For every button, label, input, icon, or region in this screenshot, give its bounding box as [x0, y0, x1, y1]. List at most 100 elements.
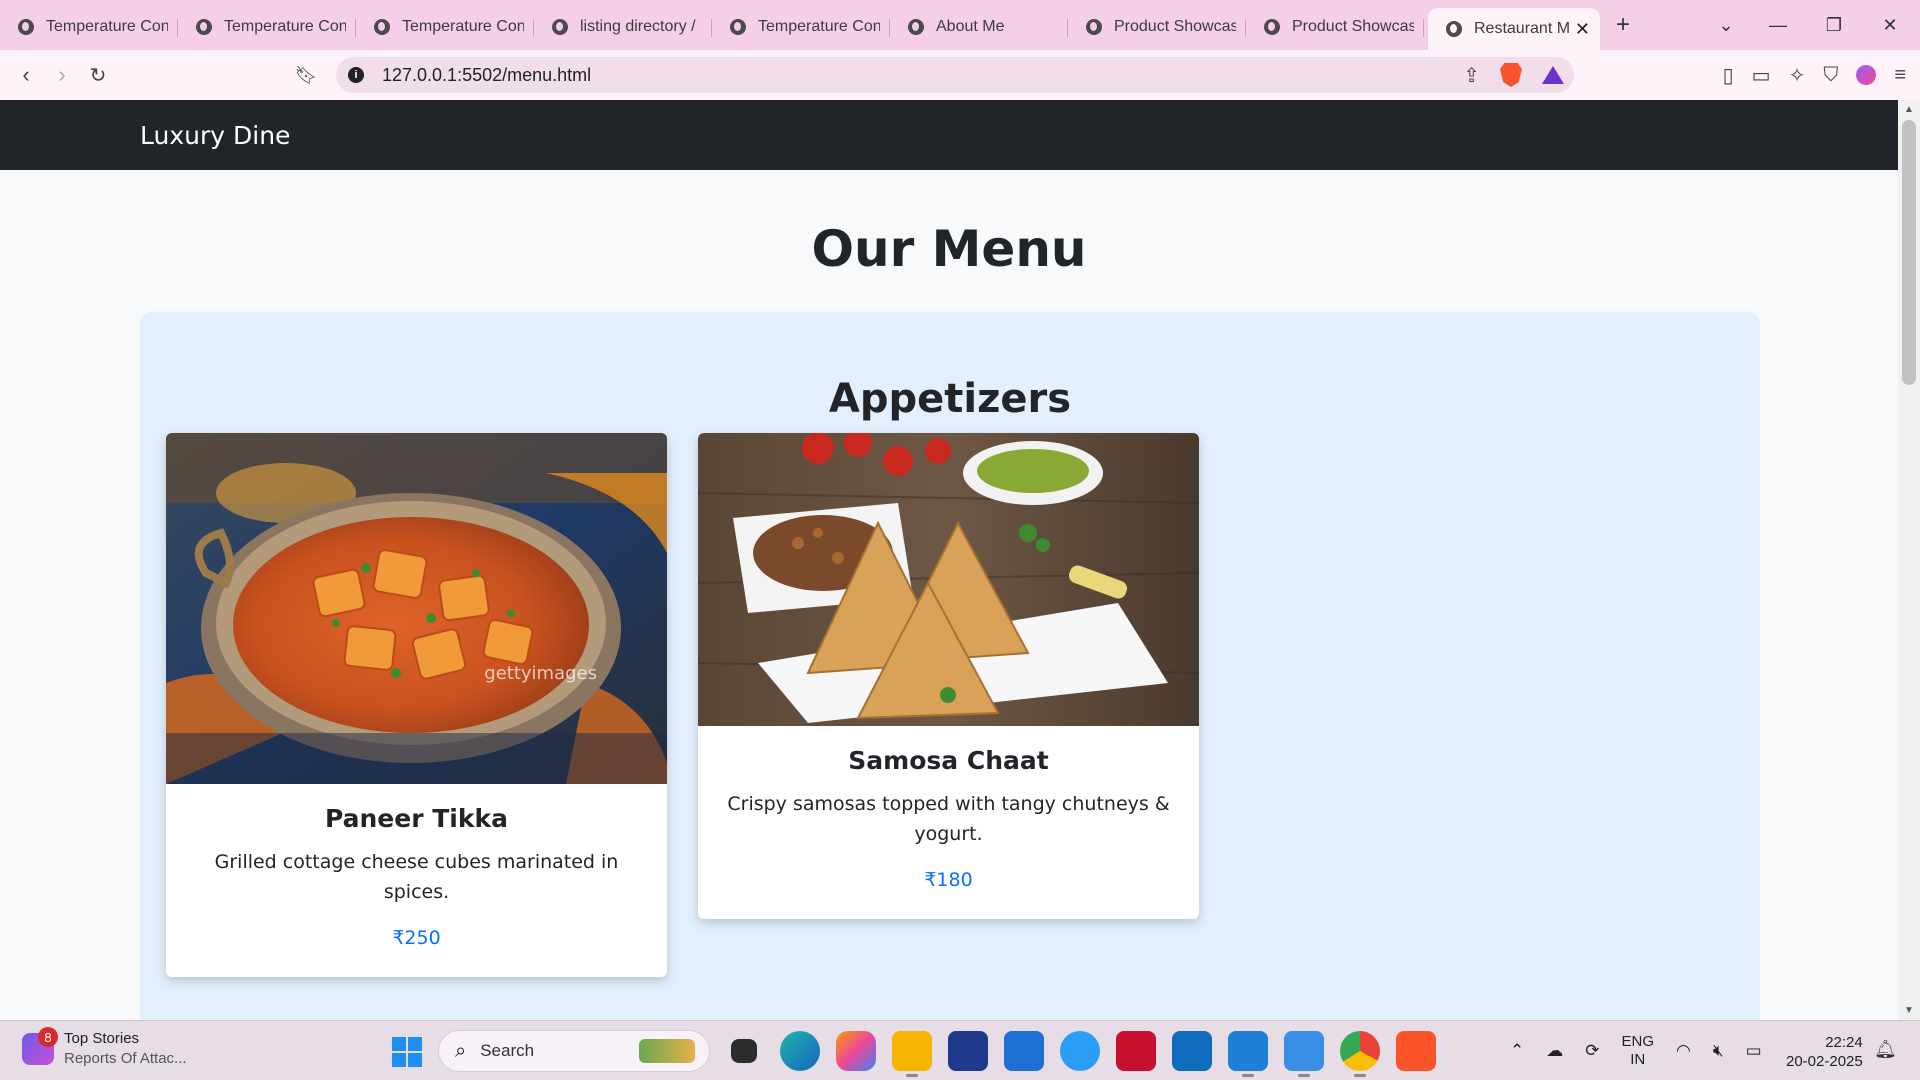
url-text[interactable]: 127.0.0.1:5502/menu.html — [382, 65, 591, 86]
hamburger-menu-icon[interactable]: ≡ — [1894, 64, 1906, 87]
taskbar-search[interactable]: ⌕ Search — [438, 1030, 710, 1072]
site-navbar: Luxury Dine — [0, 100, 1898, 170]
news-title: Top Stories — [64, 1030, 140, 1047]
page-title: Our Menu — [811, 220, 1087, 278]
browser-tab[interactable]: listing directory / — [534, 9, 712, 45]
close-window-icon[interactable]: ✕ — [1862, 0, 1918, 50]
wallet-icon[interactable]: ▭ — [1752, 63, 1771, 88]
menu-card: Samosa Chaat Crispy samosas topped with … — [698, 433, 1199, 919]
taskbar-clock[interactable]: 22:24 20-02-2025 — [1786, 1033, 1863, 1071]
search-label: Search — [480, 1041, 535, 1060]
region-code: IN — [1630, 1051, 1646, 1068]
site-info-icon[interactable]: i — [348, 67, 364, 83]
image-watermark: gettyimages — [484, 663, 597, 684]
news-badge: 8 — [38, 1027, 58, 1047]
menu-card: gettyimages Paneer Tikka Grilled cottage… — [166, 433, 667, 977]
restore-icon[interactable]: ❐ — [1806, 0, 1862, 50]
browser-tab[interactable]: About Me — [890, 9, 1068, 45]
news-text: Top Stories Reports Of Attac... — [64, 1029, 187, 1069]
browser-tab-active[interactable]: Restaurant M ✕ — [1428, 8, 1600, 50]
clock-time: 22:24 — [1825, 1034, 1863, 1051]
card-body: Paneer Tikka Grilled cottage cheese cube… — [166, 784, 667, 977]
item-description: Grilled cottage cheese cubes marinated i… — [214, 851, 619, 903]
help-icon[interactable] — [1060, 1031, 1100, 1071]
sidebar-icon[interactable]: ▯ — [1723, 63, 1734, 88]
pinned-apps — [724, 1031, 1436, 1077]
item-name: Samosa Chaat — [848, 746, 1049, 775]
brave-shields-icon[interactable] — [1500, 63, 1522, 87]
leo-ai-icon[interactable]: ✧ — [1789, 63, 1806, 88]
globe-icon — [730, 19, 746, 35]
browser-tab[interactable]: Temperature Con — [356, 9, 534, 45]
site-brand[interactable]: Luxury Dine — [140, 121, 290, 150]
myhp-icon[interactable] — [1004, 1031, 1044, 1071]
menu-section-appetizers: Appetizers gettyimages Paneer Tikka Gril… — [140, 312, 1760, 1020]
globe-icon — [1446, 21, 1462, 37]
back-icon[interactable]: ‹ — [8, 57, 44, 93]
battery-icon[interactable]: ▭ — [1746, 1041, 1762, 1061]
new-tab-button[interactable]: + — [1616, 11, 1630, 39]
forward-icon[interactable]: › — [44, 57, 80, 93]
globe-icon — [18, 19, 34, 35]
bookmark-icon[interactable]: 🔖︎ — [288, 57, 324, 93]
tab-title: Temperature Con — [402, 18, 524, 35]
browser-tab[interactable]: Temperature Con — [712, 9, 890, 45]
notification-bell-icon[interactable]: 🔔︎ — [1874, 1039, 1897, 1060]
browser-tab[interactable]: Temperature Con — [0, 9, 178, 45]
system-tray: ⌃ ☁ ⟳ ENG IN ◠ 🔇︎ ▭ — [1510, 1021, 1762, 1080]
item-description: Crispy samosas topped with tangy chutney… — [727, 793, 1170, 845]
brave-icon[interactable] — [1396, 1031, 1436, 1071]
windows-taskbar: 8 Top Stories Reports Of Attac... ⌕ Sear… — [0, 1020, 1920, 1080]
vscode-icon[interactable] — [1228, 1031, 1268, 1077]
language-indicator[interactable]: ENG IN — [1622, 1033, 1655, 1069]
onedrive-icon[interactable]: ☁ — [1546, 1041, 1563, 1061]
chrome-icon[interactable] — [1340, 1031, 1380, 1077]
tab-title: Temperature Con — [46, 18, 168, 35]
news-subtitle: Reports Of Attac... — [64, 1050, 187, 1067]
tab-title: About Me — [936, 18, 1005, 35]
browser-tab[interactable]: Temperature Con — [178, 9, 356, 45]
samosa-chaat-image — [698, 433, 1199, 726]
item-price: ₹180 — [924, 869, 973, 891]
profile-avatar[interactable] — [1856, 65, 1877, 85]
web-page: Luxury Dine Our Menu Appetizers gettyima… — [0, 100, 1898, 1020]
windows-start-icon[interactable] — [392, 1037, 422, 1067]
scroll-thumb[interactable] — [1902, 120, 1916, 385]
page-scrollbar[interactable]: ▲ ▼ — [1898, 100, 1920, 1020]
close-tab-icon[interactable]: ✕ — [1575, 19, 1590, 40]
scroll-up-icon[interactable]: ▲ — [1904, 104, 1914, 115]
copilot-icon[interactable] — [836, 1031, 876, 1071]
search-icon: ⌕ — [455, 1039, 467, 1062]
file-explorer-icon[interactable] — [892, 1031, 932, 1077]
globe-icon — [374, 19, 390, 35]
microsoft-store-icon[interactable] — [948, 1031, 988, 1071]
sync-icon[interactable]: ⟳ — [1585, 1041, 1599, 1061]
browser-tab[interactable]: Product Showcas — [1068, 9, 1246, 45]
globe-icon — [908, 19, 924, 35]
outlook-icon[interactable] — [1172, 1031, 1212, 1071]
news-widget[interactable]: 8 Top Stories Reports Of Attac... — [22, 1027, 187, 1069]
address-bar[interactable]: i 127.0.0.1:5502/menu.html ⇪ — [336, 57, 1574, 93]
volume-muted-icon[interactable]: 🔇︎ — [1713, 1041, 1724, 1061]
show-hidden-icons-chevron-icon[interactable]: ⌃ — [1510, 1041, 1524, 1061]
section-title: Appetizers — [828, 376, 1072, 422]
paneer-tikka-image: gettyimages — [166, 433, 667, 784]
scroll-down-icon[interactable]: ▼ — [1904, 1005, 1914, 1016]
tab-title: listing directory / — [580, 18, 696, 35]
tab-title: Product Showcas — [1292, 18, 1414, 35]
task-view-icon[interactable] — [731, 1039, 757, 1063]
browser-tab[interactable]: Product Showcas — [1246, 9, 1424, 45]
share-icon[interactable]: ⇪ — [1463, 63, 1480, 88]
photos-icon[interactable] — [1284, 1031, 1324, 1077]
edge-icon[interactable] — [780, 1031, 820, 1071]
vpn-icon[interactable]: ⛉ — [1823, 64, 1838, 87]
tab-search-chevron-icon[interactable]: ⌄ — [1698, 0, 1754, 50]
minimize-icon[interactable]: — — [1750, 0, 1806, 50]
browser-tab-strip: Temperature Con Temperature Con Temperat… — [0, 0, 1920, 50]
reload-icon[interactable]: ↻ — [80, 57, 116, 93]
wifi-icon[interactable]: ◠ — [1676, 1041, 1691, 1061]
item-name: Paneer Tikka — [324, 804, 508, 833]
mcafee-icon[interactable] — [1116, 1031, 1156, 1071]
brave-rewards-icon[interactable] — [1542, 66, 1564, 84]
tab-title: Restaurant M — [1474, 20, 1569, 37]
